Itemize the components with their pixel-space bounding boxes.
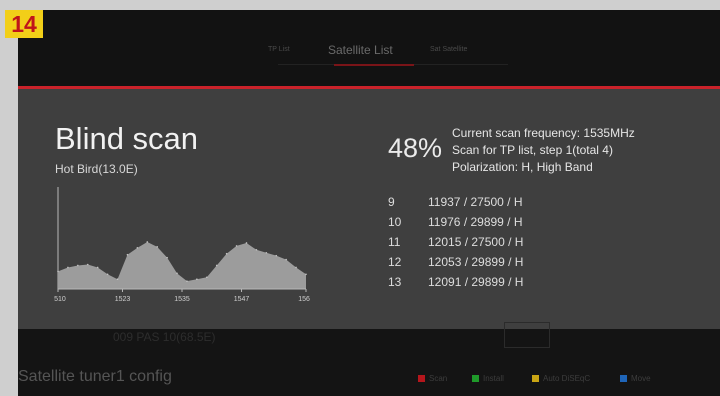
table-row: 10 11976 / 29899 / H: [388, 212, 628, 232]
tab-satellite-list[interactable]: Satellite List: [328, 37, 393, 63]
satellite-name: Hot Bird(13.0E): [55, 162, 138, 176]
tp-value: 12091 / 29899 / H: [428, 275, 524, 289]
x-tick-label: 1535: [174, 296, 190, 303]
spectrum-point: [176, 272, 178, 275]
legend-scan[interactable]: Scan: [418, 374, 447, 383]
legend-label: Scan: [429, 374, 448, 383]
legend-install[interactable]: Install: [472, 374, 504, 383]
tp-index: 13: [388, 275, 402, 289]
spectrum-point: [86, 263, 89, 266]
blind-scan-panel: Blind scan Hot Bird(13.0E) 1510152315351…: [18, 89, 720, 329]
spectrum-point: [57, 270, 59, 273]
scan-info: Current scan frequency: 1535MHz Scan for…: [452, 125, 635, 176]
spectrum-point: [295, 266, 297, 269]
tp-index: 10: [388, 215, 402, 229]
spectrum-point: [225, 252, 228, 255]
table-row: 9 11937 / 27500 / H: [388, 192, 628, 212]
step-number-badge: 14: [5, 10, 43, 38]
tab-bar: TP List Satellite List Sat Satellite: [238, 37, 508, 66]
table-row: 13 12091 / 29899 / H: [388, 272, 628, 292]
x-tick-label: 1547: [234, 296, 250, 303]
legend-label: Install: [483, 374, 504, 383]
yellow-key-icon: [532, 375, 539, 383]
spectrum-point: [305, 273, 307, 276]
spectrum-point: [196, 278, 198, 280]
spectrum-point: [146, 241, 149, 243]
spectrum-point: [235, 245, 238, 247]
active-tab-indicator: [334, 64, 414, 66]
spectrum-point: [206, 276, 208, 279]
top-bar: TP List Satellite List Sat Satellite: [18, 10, 720, 86]
scan-frequency: Current scan frequency: 1535MHz: [452, 126, 635, 140]
spectrum-point: [166, 256, 168, 259]
scan-progress-percent: 48%: [388, 133, 443, 163]
spectrum-area: [58, 241, 306, 289]
legend-label: Auto DiSEqC: [543, 374, 591, 383]
spectrum-point: [255, 249, 258, 251]
tp-index: 9: [388, 195, 395, 209]
x-tick-label: 1560: [298, 296, 310, 303]
table-row: 12 12053 / 29899 / H: [388, 252, 628, 272]
tv-screen: TP List Satellite List Sat Satellite Bli…: [18, 10, 720, 396]
x-tick-label: 1510: [54, 296, 66, 303]
spectrum-point: [67, 266, 69, 269]
tp-index: 11: [388, 235, 401, 249]
screen-frame: 14 TP List Satellite List Sat Satellite …: [0, 0, 720, 396]
legend-move[interactable]: Move: [620, 374, 651, 383]
spectrum-point: [215, 264, 218, 267]
spectrum-point: [186, 280, 188, 282]
spectrum-point: [77, 264, 79, 267]
scan-step: Scan for TP list, step 1(total 4): [452, 143, 613, 157]
spectrum-point: [116, 278, 119, 280]
tab-sat-satellite[interactable]: Sat Satellite: [430, 37, 467, 63]
spectrum-graph: 1510 1523 1535 1547 1560: [54, 187, 310, 303]
spectrum-point: [106, 273, 109, 276]
tp-index: 12: [388, 255, 402, 269]
legend-auto-diseqc[interactable]: Auto DiSEqC: [532, 374, 590, 383]
table-row: 11 12015 / 27500 / H: [388, 232, 628, 252]
tp-value: 11976 / 29899 / H: [428, 215, 523, 229]
spectrum-point: [285, 258, 287, 261]
tp-list: 9 11937 / 27500 / H 10 11976 / 29899 / H 1…: [388, 192, 628, 292]
spectrum-point: [245, 242, 248, 244]
tp-value: 12053 / 29899 / H: [428, 255, 524, 269]
red-key-icon: [418, 375, 425, 383]
footer-title: Satellite tuner1 config: [18, 368, 172, 385]
spectrum-point: [275, 254, 278, 257]
spectrum-point: [96, 266, 99, 269]
tp-value: 12015 / 27500 / H: [428, 235, 524, 249]
background-satellite-item: 009 PAS 10(68.5E): [113, 330, 216, 344]
x-tick-label: 1523: [115, 296, 131, 303]
tp-value: 11937 / 27500 / H: [428, 195, 523, 209]
green-key-icon: [472, 375, 479, 383]
blue-key-icon: [620, 375, 627, 383]
spectrum-point: [136, 247, 139, 249]
spectrum-point: [156, 246, 158, 248]
legend-label: Move: [631, 374, 651, 383]
panel-title: Blind scan: [55, 121, 199, 156]
spectrum-point: [265, 251, 268, 254]
tab-tp-list[interactable]: TP List: [268, 37, 290, 63]
spectrum-point: [126, 253, 129, 256]
background-option-box: [504, 322, 550, 348]
scan-polarization: Polarization: H, High Band: [452, 160, 593, 174]
